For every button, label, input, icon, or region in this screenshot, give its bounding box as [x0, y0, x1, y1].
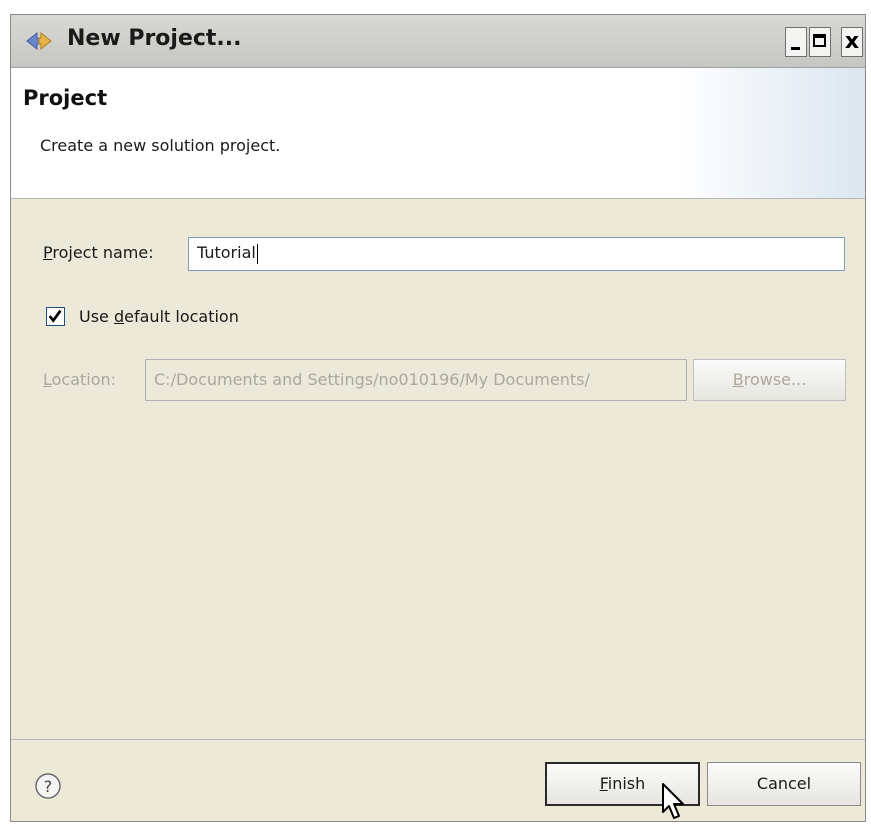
project-name-label-rest: roject name:: [52, 243, 154, 262]
browse-mnemonic: B: [732, 370, 744, 389]
default-location-label-b: efault location: [124, 307, 239, 326]
close-button[interactable]: x: [841, 27, 863, 57]
location-label-rest: ocation:: [51, 370, 117, 389]
page-title: Project: [23, 86, 108, 110]
location-label: Location:: [43, 370, 116, 389]
project-name-mnemonic: P: [43, 243, 53, 262]
default-location-label-a: Use: [79, 307, 114, 326]
finish-label-rest: inish: [607, 774, 646, 793]
checkmark-icon: [48, 309, 62, 323]
finish-mnemonic: F: [599, 774, 608, 793]
cancel-button[interactable]: Cancel: [707, 762, 861, 806]
new-project-dialog: New Project... x Project Create a new so…: [10, 14, 866, 822]
browse-label-rest: rowse...: [743, 370, 807, 389]
title-bar[interactable]: New Project... x: [11, 15, 865, 68]
default-location-label[interactable]: Use default location: [79, 307, 239, 326]
location-input: C:/Documents and Settings/no010196/My Do…: [145, 359, 687, 401]
close-icon: x: [844, 29, 860, 54]
page-description: Create a new solution project.: [40, 136, 281, 155]
default-location-checkbox[interactable]: [46, 307, 65, 326]
help-symbol: ?: [44, 777, 53, 796]
location-mnemonic: L: [43, 370, 52, 389]
maximize-icon: [813, 34, 826, 47]
project-name-value: Tutorial: [197, 243, 256, 262]
eclipse-project-arrows-icon: [26, 31, 52, 51]
maximize-button[interactable]: [809, 27, 831, 57]
browse-button: Browse...: [693, 359, 846, 401]
project-name-input[interactable]: Tutorial: [188, 237, 845, 271]
window-title: New Project...: [67, 26, 242, 51]
minimize-icon: [791, 47, 800, 50]
help-circle-icon[interactable]: ?: [34, 772, 62, 800]
location-value: C:/Documents and Settings/no010196/My Do…: [154, 370, 590, 389]
project-name-label: Project name:: [43, 243, 154, 262]
default-location-mnemonic: d: [113, 307, 125, 326]
dialog-footer: ? Finish Cancel: [11, 740, 865, 821]
wizard-banner: Project Create a new solution project.: [11, 68, 865, 199]
form-area: Project name: Tutorial Use default locat…: [11, 199, 865, 739]
text-caret: [256, 243, 258, 264]
mouse-pointer-icon: [662, 783, 684, 819]
minimize-button[interactable]: [785, 27, 807, 57]
